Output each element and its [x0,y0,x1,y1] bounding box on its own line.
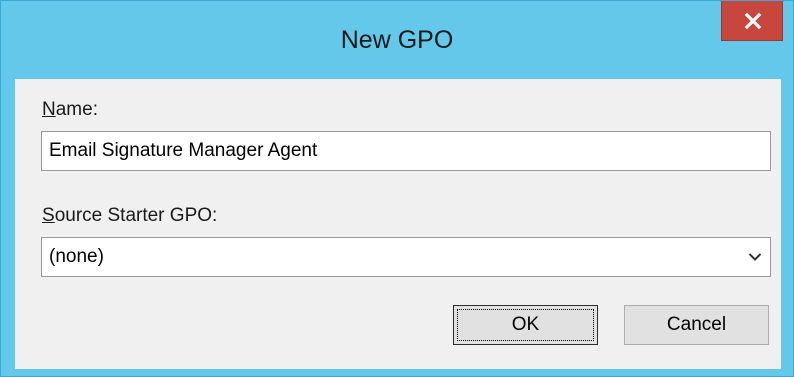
cancel-button-label: Cancel [666,314,727,335]
close-button[interactable] [721,1,783,41]
close-icon [744,12,762,30]
source-starter-gpo-value: (none) [49,246,104,267]
title-bar[interactable]: New GPO [1,1,793,79]
ok-button-label: OK [511,314,540,335]
ok-button[interactable]: OK [453,305,598,345]
chevron-down-icon [748,253,762,261]
name-label-mnemonic: N [42,99,56,120]
source-starter-gpo-label-text: ource Starter GPO: [54,205,218,226]
source-starter-gpo-label: Source Starter GPO: [42,205,217,227]
name-label: Name: [42,99,98,121]
name-label-text: ame: [55,99,98,120]
name-input[interactable]: Email Signature Manager Agent [41,131,771,171]
new-gpo-dialog: New GPO Name: Email Signature Manager Ag… [0,0,794,377]
dialog-body: Name: Email Signature Manager Agent Sour… [15,79,781,369]
dialog-title: New GPO [340,26,454,54]
source-starter-gpo-select[interactable]: (none) [41,237,771,277]
cancel-button[interactable]: Cancel [624,305,769,345]
source-starter-gpo-label-mnemonic: S [42,205,55,226]
